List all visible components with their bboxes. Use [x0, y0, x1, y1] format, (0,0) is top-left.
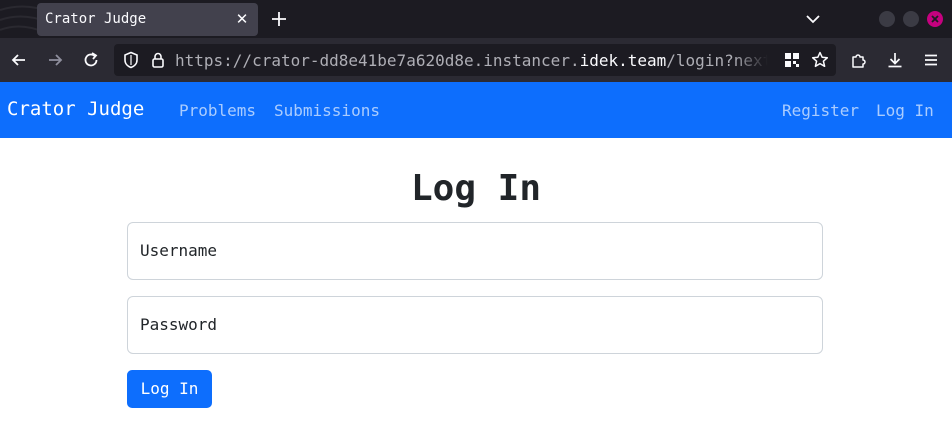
browser-tab[interactable]: Crator Judge ✕ — [37, 3, 258, 36]
nav-link-log-in[interactable]: Log In — [876, 101, 934, 120]
forward-arrow-icon[interactable] — [45, 50, 65, 70]
username-label: Username — [140, 241, 218, 260]
lock-icon[interactable] — [148, 50, 168, 70]
username-field[interactable]: Username — [127, 222, 823, 280]
tracking-protection-shield-icon[interactable] — [121, 50, 141, 70]
url-domain: idek.team — [579, 51, 667, 70]
browser-toolbar: https://crator-dd8e41be7a620d8e.instance… — [0, 38, 952, 82]
url-text[interactable]: https://crator-dd8e41be7a620d8e.instance… — [175, 51, 775, 70]
nav-link-submissions[interactable]: Submissions — [274, 101, 380, 120]
new-tab-icon[interactable] — [268, 8, 290, 30]
nav-link-register[interactable]: Register — [782, 101, 859, 120]
page-title: Log In — [410, 168, 542, 209]
site-brand[interactable]: Crator Judge — [7, 98, 144, 120]
browser-tab-title: Crator Judge — [45, 11, 147, 27]
downloads-icon[interactable] — [885, 50, 905, 70]
maximize-window-button[interactable] — [903, 11, 919, 27]
login-page: Log In Username Password Log In — [0, 138, 952, 444]
url-fade-overlay — [734, 44, 776, 76]
minimize-window-button[interactable] — [879, 11, 895, 27]
qr-code-icon[interactable] — [782, 50, 802, 70]
extensions-puzzle-icon[interactable] — [849, 50, 869, 70]
url-prefix: https://crator-dd8e41be7a620d8e.instance… — [175, 51, 580, 70]
browser-tab-strip: Crator Judge ✕ — [0, 0, 952, 38]
password-label: Password — [140, 315, 218, 334]
log-in-button[interactable]: Log In — [127, 370, 212, 408]
close-window-button[interactable] — [927, 11, 943, 27]
site-navbar: Crator Judge Problems Submissions Regist… — [0, 82, 952, 138]
reload-icon[interactable] — [81, 50, 101, 70]
nav-link-problems[interactable]: Problems — [179, 101, 256, 120]
close-window-icon — [931, 15, 939, 23]
hamburger-menu-icon[interactable] — [921, 50, 941, 70]
url-bar[interactable]: https://crator-dd8e41be7a620d8e.instance… — [114, 44, 836, 76]
password-field[interactable]: Password — [127, 296, 823, 354]
close-tab-icon[interactable]: ✕ — [233, 10, 251, 28]
back-arrow-icon[interactable] — [9, 50, 29, 70]
list-all-tabs-chevron-icon[interactable] — [803, 9, 823, 29]
bookmark-star-icon[interactable] — [810, 50, 830, 70]
